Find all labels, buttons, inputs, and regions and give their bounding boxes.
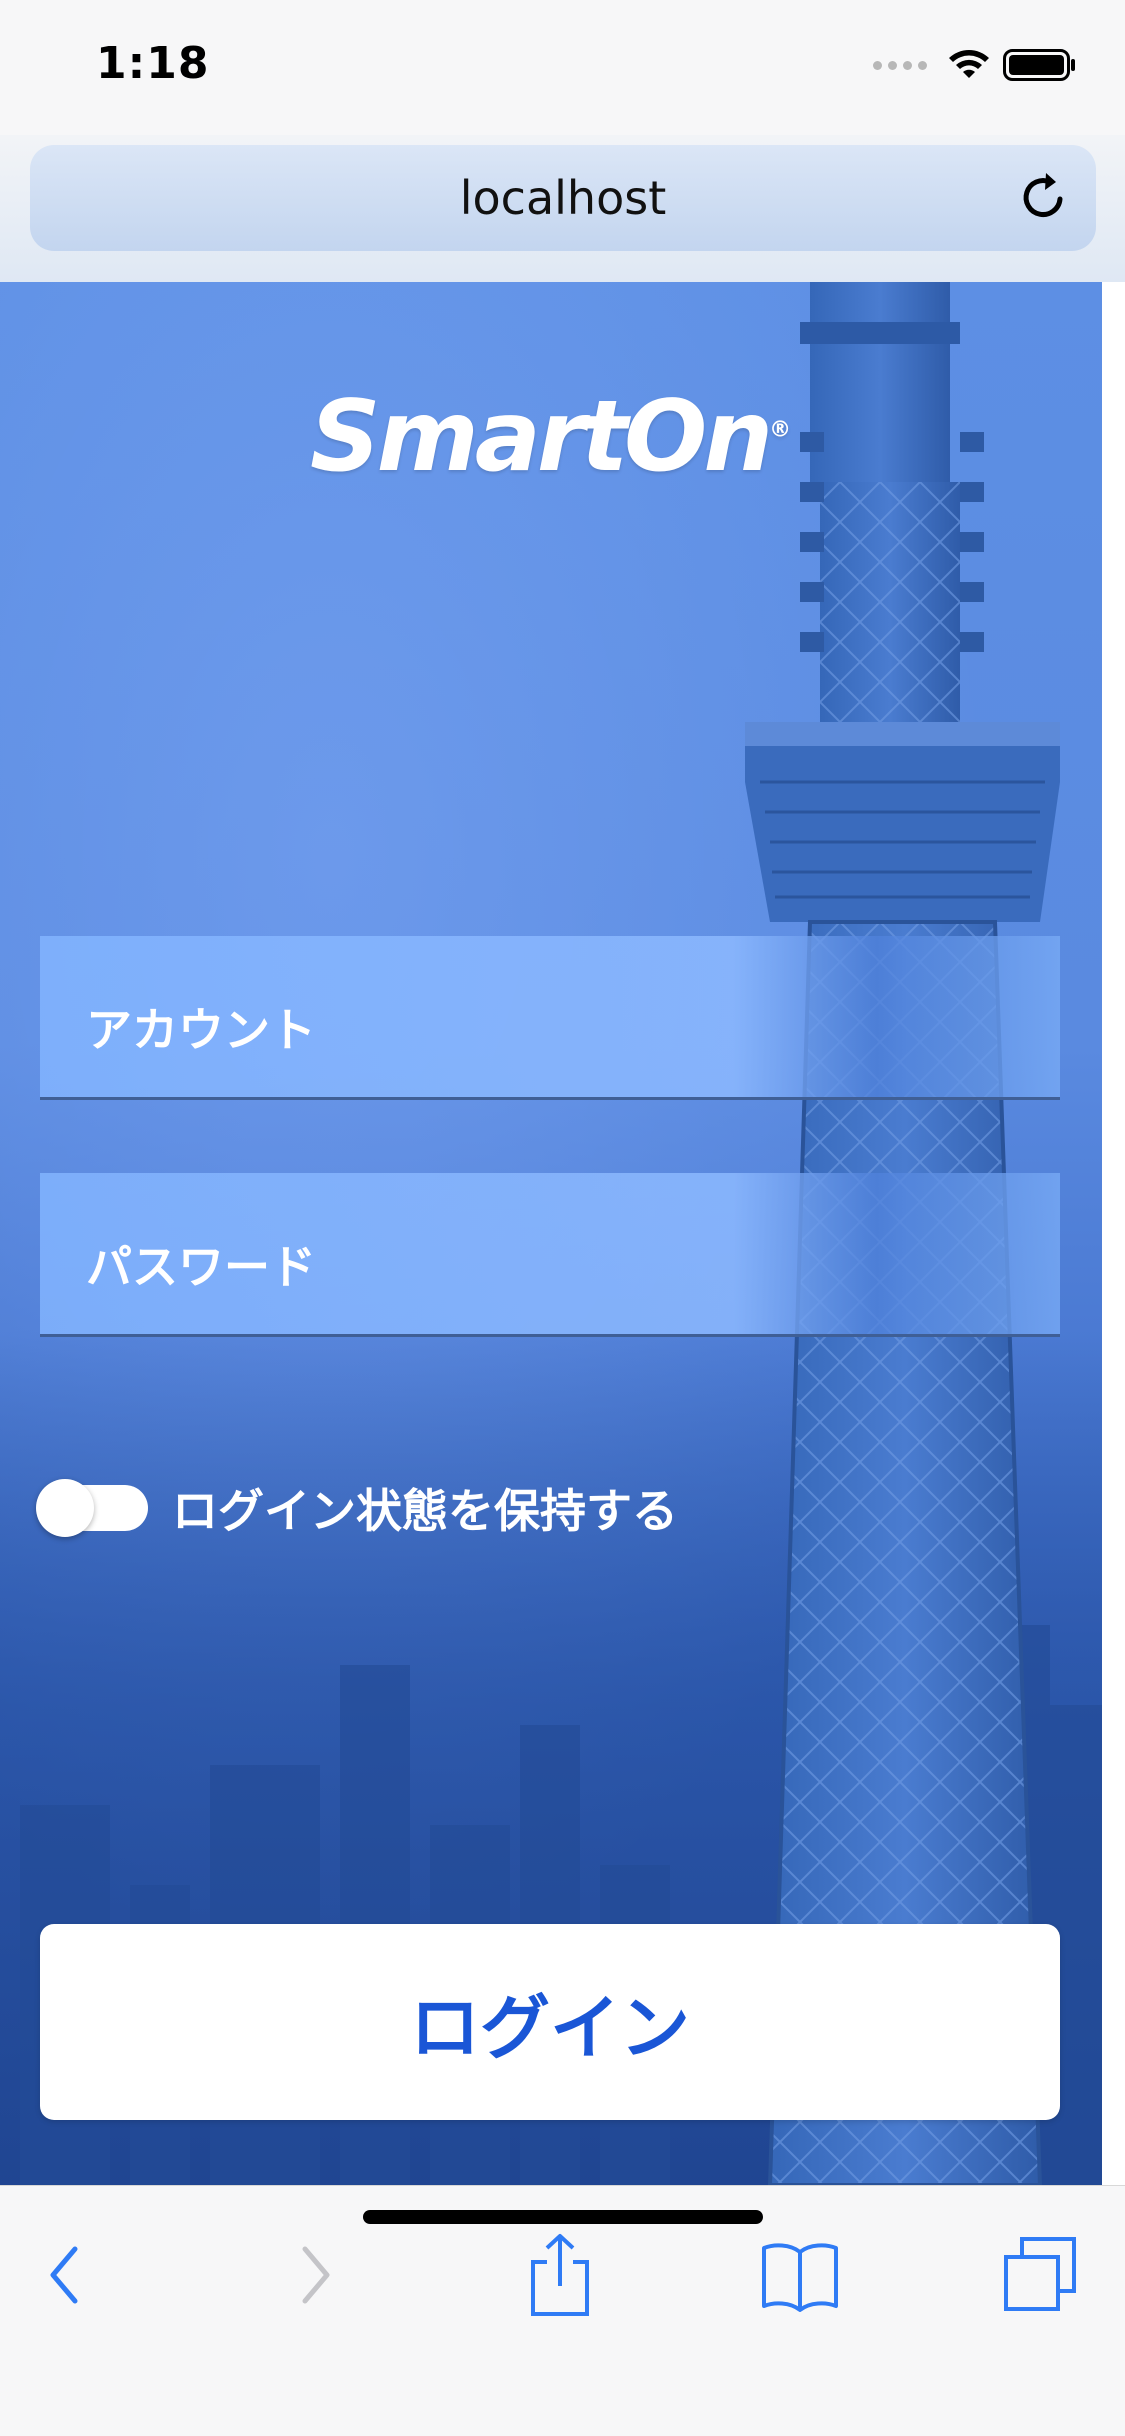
account-field[interactable]: アカウント: [40, 936, 1060, 1100]
remember-login-label: ログイン状態を保持する: [172, 1484, 678, 1538]
home-indicator[interactable]: [363, 2210, 763, 2224]
password-field[interactable]: パスワード: [40, 1173, 1060, 1337]
smarton-logo: SmartOn®: [310, 380, 792, 494]
bookmarks-button[interactable]: [755, 2230, 845, 2320]
wifi-icon: [949, 50, 989, 78]
toggle-knob: [36, 1479, 94, 1537]
tabs-icon: [1004, 2237, 1076, 2311]
login-page: SmartOn® アカウント パスワード ログイン状態を保持する ログイン: [0, 282, 1102, 2185]
login-button[interactable]: ログイン: [40, 1924, 1060, 2120]
share-button[interactable]: [515, 2230, 605, 2320]
battery-icon: [1003, 49, 1075, 81]
share-icon: [531, 2234, 589, 2316]
password-placeholder: パスワード: [86, 1240, 316, 1294]
browser-address-area: localhost: [0, 135, 1125, 282]
remember-login-toggle[interactable]: [36, 1479, 148, 1537]
remember-login-row: ログイン状態を保持する: [36, 1475, 678, 1541]
reload-icon[interactable]: [1016, 169, 1072, 225]
url-text[interactable]: localhost: [30, 171, 1096, 225]
address-bar[interactable]: localhost: [30, 145, 1096, 251]
book-icon: [762, 2243, 838, 2312]
forward-button[interactable]: [270, 2230, 360, 2320]
signal-icon: [873, 60, 927, 70]
account-placeholder: アカウント: [86, 1003, 316, 1057]
tabs-button[interactable]: [995, 2230, 1085, 2320]
page-edge: [1102, 282, 1125, 2185]
status-bar: 1:18: [0, 0, 1125, 135]
status-time: 1:18: [96, 38, 210, 89]
chevron-right-icon: [302, 2246, 330, 2304]
back-button[interactable]: [20, 2230, 110, 2320]
chevron-left-icon: [50, 2246, 78, 2304]
status-icons: [873, 48, 1077, 82]
